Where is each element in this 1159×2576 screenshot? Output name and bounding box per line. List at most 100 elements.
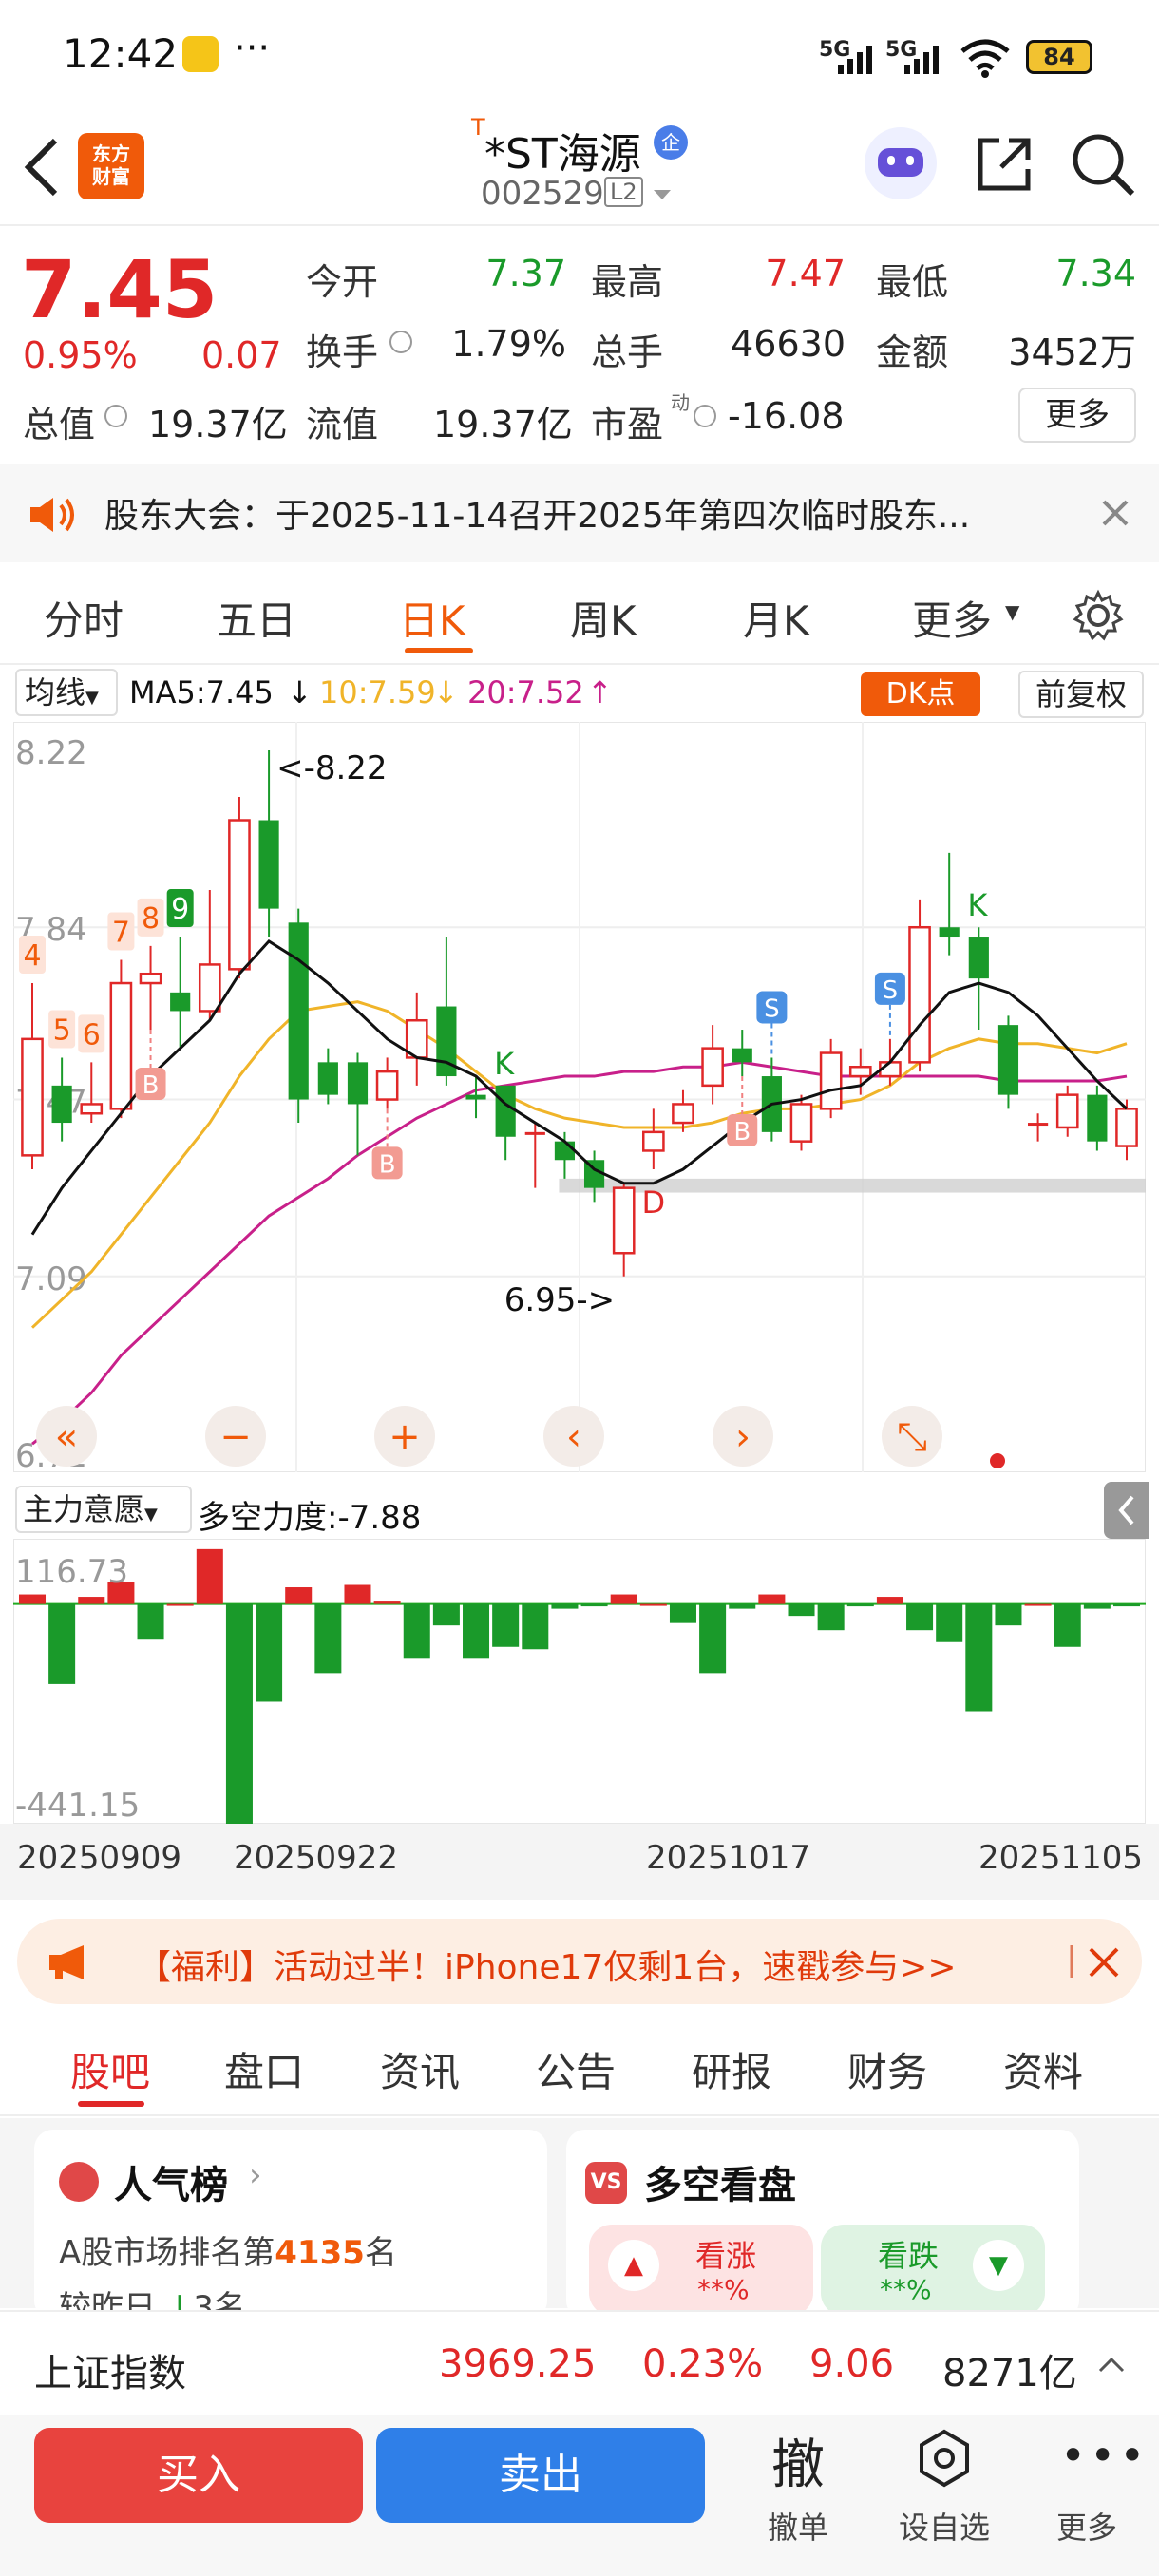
tab-period-5[interactable]: 更多 <box>912 589 992 647</box>
tab-period-2[interactable]: 日K <box>399 589 466 647</box>
candle-body <box>170 992 191 1012</box>
indicator-bar <box>492 1603 520 1647</box>
candle-body <box>1028 1123 1049 1127</box>
indicator-selector[interactable]: 主力意愿▼ <box>15 1486 192 1533</box>
kline-svg[interactable]: 8.227.847.477.096.71<-8.226.95->456789BB… <box>12 721 1147 1475</box>
candle-body <box>80 1103 104 1115</box>
date-label: 20251017 <box>646 1839 811 1877</box>
nine-turn-count: 8 <box>142 902 160 936</box>
bull-vote-button[interactable]: ▲ 看涨 **% <box>589 2225 813 2316</box>
section-tab-1[interactable]: 盘口 <box>224 2040 304 2098</box>
sell-button[interactable]: 卖出 <box>376 2428 705 2523</box>
indicator-bar <box>758 1594 786 1604</box>
sell-signal-text: S <box>883 976 899 1005</box>
section-tab-5[interactable]: 财务 <box>847 2040 927 2098</box>
quote-value: 7.37 <box>485 253 566 294</box>
more-button[interactable]: 更多 <box>1018 388 1136 443</box>
more-label[interactable]: 更多 <box>1056 2504 1117 2548</box>
k-signal-label: K <box>494 1046 515 1082</box>
nine-turn-count: 5 <box>53 1013 71 1047</box>
chevron-right-icon: › <box>249 2156 262 2194</box>
candle-body <box>51 1085 72 1124</box>
candle-body <box>347 1062 369 1105</box>
tab-period-1[interactable]: 五日 <box>217 589 296 647</box>
index-percent: 0.23% <box>642 2342 764 2386</box>
chevron-down-icon[interactable] <box>652 188 673 201</box>
candle-body <box>789 1103 813 1143</box>
current-price: 7.45 <box>21 243 218 336</box>
assistant-avatar[interactable] <box>864 127 937 199</box>
speaker-icon <box>30 498 74 532</box>
bull-bear-card[interactable]: VS 多空看盘 ▲ 看涨 **% 看跌 **% ▼ <box>566 2130 1079 2320</box>
adjust-button[interactable]: 前复权 <box>1018 671 1144 718</box>
k-signal-label: K <box>967 887 988 923</box>
date-label: 20250922 <box>234 1839 399 1877</box>
chevron-up-icon[interactable] <box>1096 2354 1127 2377</box>
nine-turn-count: 7 <box>112 917 130 950</box>
candle-body <box>968 937 989 979</box>
indicator-bar <box>876 1597 903 1604</box>
bear-vote-button[interactable]: 看跌 **% ▼ <box>821 2225 1045 2316</box>
index-change: 9.06 <box>809 2342 895 2386</box>
ma20-label: 20:7.52 <box>467 674 584 710</box>
section-tab-4[interactable]: 研报 <box>692 2040 771 2098</box>
candle-body <box>998 1025 1019 1095</box>
collapse-panel-button[interactable] <box>1104 1482 1150 1539</box>
market-index-bar[interactable]: 上证指数 3969.25 0.23% 9.06 8271亿 <box>0 2310 1159 2415</box>
candle-body <box>375 1070 399 1101</box>
total-cap-label: 总值 <box>23 404 96 445</box>
announcement-bar[interactable]: 股东大会：于2025-11-14召开2025年第四次临时股东... <box>0 464 1159 562</box>
buy-signal-text: B <box>142 1071 160 1100</box>
back-arrow-icon[interactable] <box>21 137 63 198</box>
kline-chart[interactable]: 8.227.847.477.096.71<-8.226.95->456789BB… <box>12 721 1147 1475</box>
buy-button[interactable]: 买入 <box>34 2428 363 2523</box>
indicator-chart[interactable]: 116.73 -441.15 <box>12 1538 1147 1828</box>
tab-period-3[interactable]: 周K <box>570 589 636 647</box>
share-icon[interactable] <box>973 133 1036 196</box>
section-tab-6[interactable]: 资料 <box>1003 2040 1083 2098</box>
live-dot <box>990 1453 1005 1468</box>
quote-label: 总手 <box>591 331 664 373</box>
more-dots-icon[interactable]: ••• <box>1060 2430 1149 2481</box>
quote-label: 换手 <box>306 331 379 373</box>
add-watchlist-label[interactable]: 设自选 <box>899 2504 990 2548</box>
popularity-card[interactable]: 人气榜 › A股市场排名第4135名 较昨日 ↓3名 <box>34 2130 547 2327</box>
indicator-bar <box>788 1603 815 1617</box>
section-tab-0[interactable]: 股吧 <box>70 2040 150 2098</box>
tab-period-4[interactable]: 月K <box>743 589 809 647</box>
candle-body <box>198 963 221 1013</box>
index-amount: 8271亿 <box>942 2352 1077 2396</box>
cancel-order-label[interactable]: 撤单 <box>768 2504 828 2548</box>
popularity-title: 人气榜 <box>114 2164 228 2207</box>
bear-value: **% <box>880 2274 932 2305</box>
indicator-bar <box>1024 1603 1052 1606</box>
cancel-order-icon[interactable]: 撤 <box>771 2422 825 2499</box>
quote-panel: 7.45 0.95% 0.07 今开 7.37 最高 7.47 最低 7.34 换手 1.79… <box>0 228 1159 456</box>
info-icon[interactable] <box>104 405 127 427</box>
app-logo: 东方 财富 <box>78 133 144 199</box>
close-icon[interactable] <box>1068 1943 1125 1979</box>
indicator-bar <box>432 1603 460 1626</box>
promo-banner[interactable]: 【福利】活动过半！iPhone17仅剩1台，速戳参与>> <box>17 1919 1142 2004</box>
indicator-svg[interactable]: 116.73 -441.15 <box>12 1538 1147 1828</box>
dk-point-button[interactable]: DK点 <box>861 672 980 716</box>
indicator-bar <box>403 1603 430 1659</box>
ma-selector[interactable]: 均线▼ <box>15 669 118 716</box>
quote-label: 今开 <box>306 261 379 303</box>
search-icon[interactable] <box>1070 131 1136 198</box>
watchlist-hexagon-icon[interactable] <box>918 2428 971 2489</box>
settings-gear-icon[interactable] <box>1072 589 1125 642</box>
info-icon[interactable] <box>390 331 412 353</box>
indicator-bar <box>639 1603 667 1606</box>
status-bar: 12:42 ··· 5G 5G 84 <box>0 0 1159 114</box>
close-icon[interactable] <box>1100 498 1130 528</box>
candle-body <box>288 922 309 1100</box>
quote-label: 最低 <box>876 261 949 303</box>
quote-label: 金额 <box>876 331 949 373</box>
quote-value: 3452万 <box>1008 331 1136 373</box>
section-tab-2[interactable]: 资讯 <box>380 2040 460 2098</box>
tab-period-0[interactable]: 分时 <box>44 589 124 647</box>
info-icon-2[interactable] <box>694 405 716 427</box>
candle-body <box>21 1037 44 1157</box>
section-tab-3[interactable]: 公告 <box>536 2040 616 2098</box>
